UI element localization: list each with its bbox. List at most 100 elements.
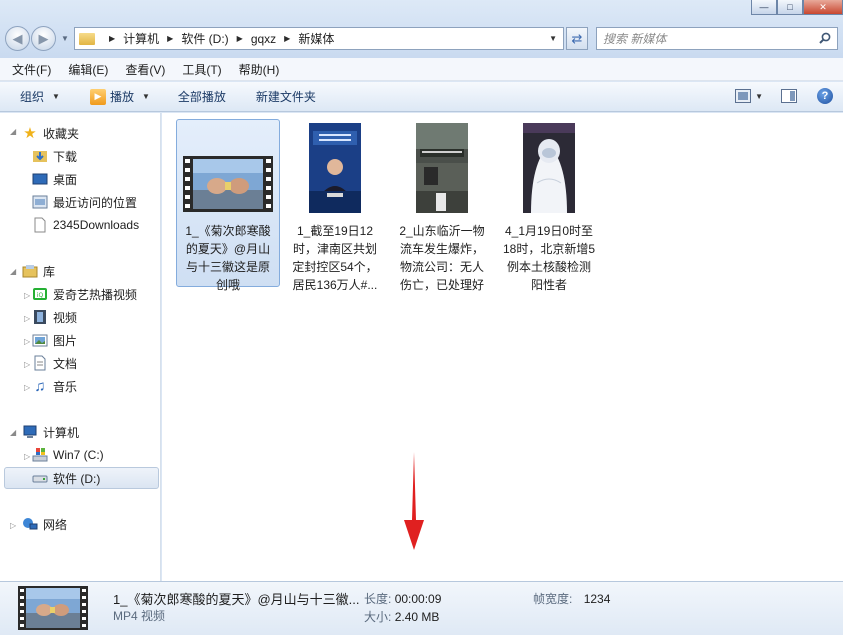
expand-arrow-icon[interactable]: ▷: [24, 360, 30, 369]
chevron-down-icon: ▼: [141, 92, 150, 101]
menu-edit[interactable]: 编辑(E): [68, 61, 108, 78]
help-icon[interactable]: ?: [817, 88, 833, 104]
menu-tools[interactable]: 工具(T): [182, 61, 221, 78]
close-button[interactable]: ✕: [803, 0, 843, 15]
folder-icon: [79, 32, 95, 45]
sidebar-item-label: 最近访问的位置: [53, 195, 138, 210]
menu-view[interactable]: 查看(V): [125, 61, 165, 78]
new-folder-button[interactable]: 新建文件夹: [256, 88, 316, 105]
library-icon: [22, 263, 38, 279]
sidebar-item-label: 2345Downloads: [53, 218, 140, 232]
expand-arrow-icon[interactable]: ▷: [10, 521, 16, 530]
sidebar-item-label: 收藏夹: [43, 126, 80, 141]
play-all-button[interactable]: 全部播放: [178, 88, 226, 105]
organize-button[interactable]: 组织 ▼: [20, 88, 60, 105]
details-file-name: 1_《菊次郎寒酸的夏天》@月山与十三徽...: [113, 592, 360, 607]
breadcrumb-drive-d[interactable]: 软件 (D:): [181, 30, 228, 47]
sidebar-item-label: 软件 (D:): [53, 471, 101, 486]
chevron-right-icon[interactable]: ▶: [284, 34, 290, 43]
preview-pane-icon[interactable]: [781, 89, 797, 103]
view-controls: ▼ ?: [735, 88, 833, 104]
video-library-icon: [32, 309, 48, 325]
sidebar-item-favorites[interactable]: ★ 收藏夹: [22, 122, 79, 144]
collapse-arrow-icon[interactable]: ◢: [10, 428, 16, 437]
downloads-folder-icon: [32, 148, 48, 164]
music-note-icon: ♫: [34, 377, 46, 395]
sidebar-item-libraries[interactable]: 库: [22, 260, 55, 282]
sidebar-item-desktop[interactable]: 桌面: [32, 168, 77, 190]
video-thumbnail: [183, 156, 273, 215]
sidebar-item-2345downloads[interactable]: 2345Downloads: [32, 214, 139, 236]
maximize-button[interactable]: □: [777, 0, 803, 15]
sidebar-item-label: 库: [43, 264, 56, 279]
file-item-3[interactable]: 2_山东临沂一物 流车发生爆炸， 物流公司：无人 伤亡，已处理好: [390, 119, 494, 292]
sidebar-item-music[interactable]: ♫ 音乐: [32, 375, 77, 397]
menu-file[interactable]: 文件(F): [12, 61, 51, 78]
forward-button[interactable]: ▶: [31, 26, 56, 51]
new-folder-label: 新建文件夹: [255, 90, 316, 104]
expand-arrow-icon[interactable]: ▷: [24, 314, 30, 323]
command-bar: 组织 ▼ ▶ 播放 ▼ 全部播放 新建文件夹 ▼ ?: [0, 82, 843, 112]
sidebar-item-videos[interactable]: 视频: [32, 306, 77, 328]
network-icon: [22, 516, 38, 532]
file-name: 1_《菊次郎寒酸 的夏天》@月山 与十三徽这是原 创哦: [185, 224, 271, 292]
file-item-2[interactable]: 1_截至19日12 时，津南区共划 定封控区54个， 居民136万人#...: [283, 119, 387, 292]
sidebar-item-downloads[interactable]: 下载: [32, 145, 77, 167]
chevron-down-icon[interactable]: ▼: [755, 92, 763, 101]
details-file-type: MP4 视频: [113, 609, 166, 623]
sidebar-item-documents[interactable]: 文档: [32, 352, 77, 374]
chevron-right-icon[interactable]: ▶: [109, 34, 115, 43]
video-thumbnail: [309, 123, 361, 216]
address-bar[interactable]: ▶ 计算机 ▶ 软件 (D:) ▶ gqxz ▶ 新媒体 ▼: [74, 27, 564, 50]
sidebar-item-label: 桌面: [53, 172, 78, 187]
change-view-icon[interactable]: [735, 89, 752, 103]
recent-places-icon: [32, 194, 48, 210]
windows-drive-icon: [32, 447, 48, 463]
breadcrumb-computer[interactable]: 计算机: [123, 30, 159, 47]
sidebar-item-drive-c[interactable]: Win7 (C:): [32, 444, 104, 466]
refresh-icon: ⇄: [571, 30, 583, 46]
recent-pages-dropdown[interactable]: ▼: [61, 34, 69, 43]
file-list: 1_《菊次郎寒酸 的夏天》@月山 与十三徽这是原 创哦 1_截至19日12 时，…: [162, 113, 843, 581]
organize-label: 组织: [20, 90, 45, 104]
sidebar-item-label: 计算机: [43, 425, 80, 440]
minimize-button[interactable]: —: [751, 0, 777, 15]
video-thumbnail: [416, 123, 468, 216]
sidebar-item-label: 网络: [43, 517, 68, 532]
search-placeholder: 搜索 新媒体: [603, 32, 667, 46]
expand-arrow-icon[interactable]: ▷: [24, 383, 30, 392]
sidebar-item-iqiyi-videos[interactable]: iQ 爱奇艺热播视频: [32, 283, 137, 305]
back-button[interactable]: ◀: [5, 26, 30, 51]
sidebar-item-label: Win7 (C:): [53, 448, 104, 462]
collapse-arrow-icon[interactable]: ◢: [10, 127, 16, 136]
expand-arrow-icon[interactable]: ▷: [24, 452, 30, 461]
details-thumbnail: [18, 586, 88, 633]
sidebar-item-drive-d[interactable]: 软件 (D:): [4, 467, 159, 489]
back-arrow-icon: ◀: [12, 30, 23, 46]
play-button[interactable]: ▶ 播放 ▼: [89, 88, 150, 105]
file-item-4[interactable]: 4_1月19日0时至 18时，北京新增5 例本土核酸检测 阳性者: [497, 119, 601, 292]
breadcrumb-gqxz[interactable]: gqxz: [251, 32, 276, 46]
file-name: 4_1月19日0时至 18时，北京新增5 例本土核酸检测 阳性者: [502, 224, 596, 292]
breadcrumb-new-media[interactable]: 新媒体: [298, 30, 334, 47]
collapse-arrow-icon[interactable]: ◢: [10, 267, 16, 276]
file-name: 1_截至19日12 时，津南区共划 定封控区54个， 居民136万人#...: [292, 224, 378, 292]
address-dropdown-icon[interactable]: ▼: [549, 34, 557, 43]
chevron-right-icon[interactable]: ▶: [237, 34, 243, 43]
expand-arrow-icon[interactable]: ▷: [24, 291, 30, 300]
forward-arrow-icon: ▶: [38, 30, 49, 46]
sidebar-item-computer[interactable]: 计算机: [22, 421, 79, 443]
sidebar-item-recent-places[interactable]: 最近访问的位置: [32, 191, 137, 213]
chevron-right-icon[interactable]: ▶: [167, 34, 173, 43]
refresh-button[interactable]: ⇄: [566, 27, 588, 50]
file-item-1[interactable]: 1_《菊次郎寒酸 的夏天》@月山 与十三徽这是原 创哦: [176, 119, 280, 292]
sidebar-item-pictures[interactable]: 图片: [32, 329, 77, 351]
sidebar-item-label: 下载: [53, 149, 78, 164]
menu-help[interactable]: 帮助(H): [239, 61, 280, 78]
sidebar-item-network[interactable]: 网络: [22, 513, 67, 535]
search-input[interactable]: 搜索 新媒体: [596, 27, 838, 50]
expand-arrow-icon[interactable]: ▷: [24, 337, 30, 346]
drive-icon: [32, 470, 48, 486]
search-icon[interactable]: [819, 32, 831, 44]
window-controls: — □ ✕: [751, 0, 843, 15]
